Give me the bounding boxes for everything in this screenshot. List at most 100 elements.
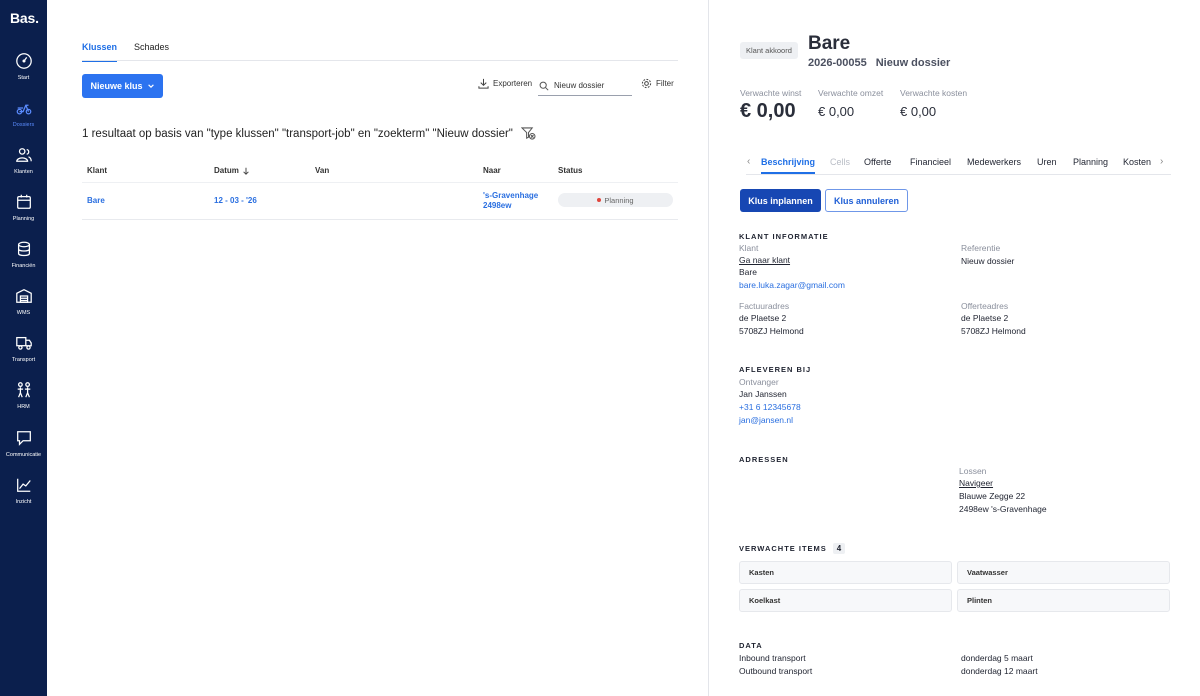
col-datum[interactable]: Datum [214,166,250,175]
row-datum[interactable]: 12 - 03 - '26 [214,196,257,205]
table-row[interactable]: Bare 12 - 03 - '26 's-Gravenhage 2498ew … [82,183,678,220]
col-naar[interactable]: Naar [483,166,501,175]
sidebar-item-label: Start [17,75,30,81]
offerteadres-line1: de Plaetse 2 [961,313,1009,323]
gauge-icon [15,53,32,69]
plan-job-button[interactable]: Klus inplannen [740,189,821,212]
users-icon [15,148,32,162]
sidebar-item-communicatie[interactable]: Communicatie [0,429,47,458]
sidebar-item-inzicht[interactable]: Inzicht [0,476,47,505]
factuuradres-line2: 5708ZJ Helmond [739,326,804,336]
tab-cells[interactable]: Cells [830,157,850,167]
sidebar-item-label: Financiën [11,263,36,269]
sidebar: Bas. Start Dossiers Klanten Planning Fin… [0,0,47,696]
jobs-table: Klant Datum Van Naar Status Bare 12 - 03… [82,163,678,220]
job-detail-panel: Klant akkoord Bare 2026-00055 Nieuw doss… [709,0,1200,696]
tab-beschrijving[interactable]: Beschrijving [761,157,816,174]
col-van[interactable]: Van [315,166,329,175]
sidebar-item-label: WMS [16,310,31,316]
chevron-down-icon [147,84,154,89]
sort-arrow-down-icon [243,167,249,175]
search-value: Nieuw dossier [554,81,605,90]
jobs-list-panel: Klussen Schades Nieuwe klus Exporteren N… [47,0,709,696]
gear-icon [641,78,652,89]
scooter-icon [16,104,31,115]
data-label-outbound: Outbound transport [739,666,813,676]
table-header: Klant Datum Van Naar Status [82,163,678,183]
list-item: Plinten [957,589,1170,612]
sidebar-item-financien[interactable]: Financiën [0,240,47,269]
row-klant[interactable]: Bare [87,196,105,205]
metric-label: Verwachte winst [740,88,802,98]
result-summary: 1 resultaat op basis van "type klussen" … [82,127,536,140]
sidebar-item-dossiers[interactable]: Dossiers [0,99,47,128]
tab-schades[interactable]: Schades [134,42,169,62]
lossen-line1: Blauwe Zegge 22 [959,491,1026,501]
clear-filter-icon[interactable] [520,127,536,140]
ontvanger-phone-link[interactable]: +31 6 12345678 [739,401,801,414]
export-label: Exporteren [493,79,533,88]
section-heading-data: DATA [739,641,763,650]
people-icon [17,382,30,398]
chevron-left-icon[interactable]: ‹ [747,156,750,167]
sidebar-item-transport[interactable]: Transport [0,334,47,363]
tab-planning[interactable]: Planning [1073,157,1108,167]
data-label-inbound: Inbound transport [739,653,806,663]
lossen-line2: 2498ew 's-Gravenhage [959,504,1047,514]
new-job-label: Nieuwe klus [90,81,143,91]
tab-offerte[interactable]: Offerte [864,157,891,167]
tab-medewerkers[interactable]: Medewerkers [967,157,1021,167]
truck-icon [15,336,32,350]
export-button[interactable]: Exporteren [478,78,532,89]
klant-name: Bare [739,267,757,277]
ontvanger-name: Jan Janssen [739,389,787,399]
metric-kosten: Verwachte kosten € 0,00 [900,88,967,119]
metric-omzet: Verwachte omzet € 0,00 [818,88,883,119]
tab-kosten[interactable]: Kosten [1123,157,1151,167]
navigate-link[interactable]: Navigeer [959,477,993,490]
col-klant[interactable]: Klant [87,166,107,175]
sidebar-item-planning[interactable]: Planning [0,193,47,222]
search-input[interactable]: Nieuw dossier [538,76,632,96]
app-logo[interactable]: Bas. [10,10,39,26]
col-status[interactable]: Status [558,166,582,175]
sidebar-item-hrm[interactable]: HRM [0,381,47,410]
cancel-job-button[interactable]: Klus annuleren [825,189,908,212]
referentie-value: Nieuw dossier [961,256,1015,266]
calendar-icon [16,194,31,209]
metric-value: € 0,00 [740,100,796,122]
dossier-subtitle: 2026-00055 Nieuw dossier [808,57,950,69]
dossier-number: 2026-00055 [808,57,867,69]
data-value-inbound: donderdag 5 maart [961,653,1033,663]
sidebar-item-wms[interactable]: WMS [0,287,47,316]
tab-financieel[interactable]: Financieel [910,157,951,167]
ontvanger-label: Ontvanger [739,377,779,387]
ontvanger-email-link[interactable]: jan@jansen.nl [739,414,793,427]
page-title: Bare [808,33,851,54]
status-badge: Planning [558,193,673,207]
chevron-right-icon[interactable]: › [1160,156,1163,167]
filter-button[interactable]: Filter [641,78,674,89]
sidebar-item-klanten[interactable]: Klanten [0,146,47,175]
list-item: Vaatwasser [957,561,1170,584]
new-job-button[interactable]: Nieuwe klus [82,74,163,98]
sidebar-item-label: Communicatie [5,452,42,458]
search-icon [539,81,549,91]
warehouse-icon [15,288,32,303]
section-heading-items: VERWACHTE ITEMS 4 [739,543,846,554]
row-naar[interactable]: 's-Gravenhage 2498ew [483,191,538,211]
tab-klussen[interactable]: Klussen [82,42,118,62]
metric-label: Verwachte kosten [900,88,968,98]
sidebar-item-label: Planning [12,216,35,222]
sidebar-item-label: Dossiers [12,122,35,128]
offerteadres-label: Offerteadres [961,301,1009,311]
row-naar-line1: 's-Gravenhage [483,191,539,200]
chat-icon [16,431,31,446]
section-heading-adressen: ADRESSEN [739,455,789,464]
tab-uren[interactable]: Uren [1037,157,1057,167]
sidebar-item-label: HRM [17,404,30,410]
metric-winst: Verwachte winst € 0,00 [740,88,801,123]
sidebar-item-start[interactable]: Start [0,52,47,81]
klant-email-link[interactable]: bare.luka.zagar@gmail.com [739,279,845,292]
result-text: 1 resultaat op basis van "type klussen" … [82,127,513,140]
